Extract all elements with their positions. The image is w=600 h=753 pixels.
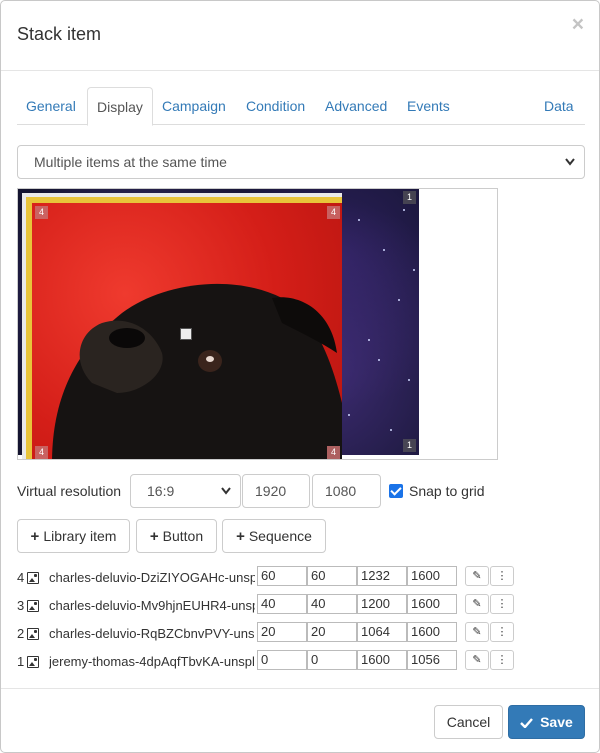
cancel-button[interactable]: Cancel (434, 705, 503, 739)
vertical-dots-icon[interactable]: ⋮ (490, 566, 514, 586)
check-icon (520, 714, 540, 730)
item-x-input[interactable]: 60 (257, 566, 307, 586)
item-filename: charles-deluvio-RqBZCbnvPVY-unsplash (49, 626, 255, 641)
vertical-dots-icon[interactable]: ⋮ (490, 622, 514, 642)
add-button-label: Button (162, 528, 204, 544)
stack-item-dialog: Stack item × General Display Campaign Co… (0, 0, 600, 753)
edit-icon[interactable]: ✎ (465, 566, 489, 586)
plus-icon: + (149, 528, 159, 545)
tab-condition[interactable]: Condition (237, 87, 314, 125)
dialog-footer: Cancel Save (1, 688, 599, 752)
item-y-input[interactable]: 60 (307, 566, 357, 586)
add-library-item-button[interactable]: + Library item (17, 519, 130, 553)
item-filename: charles-deluvio-DziZIYOGAHc-unsplash (49, 570, 255, 585)
layer-badge: 4 (35, 206, 48, 219)
item-width-input[interactable]: 1200 (357, 594, 407, 614)
tab-display[interactable]: Display (87, 87, 153, 126)
layer-badge: 4 (327, 206, 340, 219)
row-index: 1 (17, 654, 25, 669)
item-y-input[interactable]: 0 (307, 650, 357, 670)
layer-badge: 1 (403, 439, 416, 452)
virtual-resolution-label: Virtual resolution (17, 483, 122, 499)
stack-item-row: 4 charles-deluvio-DziZIYOGAHc-unsplash 6… (17, 566, 585, 590)
tab-general[interactable]: General (17, 87, 85, 125)
chevron-down-icon (220, 475, 232, 520)
add-button-button[interactable]: + Button (136, 519, 217, 553)
item-height-input[interactable]: 1600 (407, 594, 457, 614)
edit-icon[interactable]: ✎ (465, 622, 489, 642)
plus-icon: + (30, 528, 40, 545)
resolution-height-input[interactable]: 1080 (312, 474, 381, 508)
tab-bar: General Display Campaign Condition Advan… (17, 87, 585, 126)
close-icon[interactable]: × (572, 14, 584, 35)
image-icon (27, 656, 39, 668)
stack-preview-canvas[interactable]: 1 1 4 4 4 4 (17, 188, 498, 460)
dialog-title: Stack item (17, 24, 102, 44)
layer-badge: 4 (327, 446, 340, 459)
stack-item-row: 1 jeremy-thomas-4dpAqfTbvKA-unsplash 0 0… (17, 650, 585, 674)
display-mode-select[interactable]: Multiple items at the same time (17, 145, 585, 179)
display-mode-value: Multiple items at the same time (34, 154, 227, 170)
tab-advanced[interactable]: Advanced (316, 87, 396, 125)
image-icon (27, 572, 39, 584)
item-height-input[interactable]: 1600 (407, 622, 457, 642)
image-icon (27, 628, 39, 640)
edit-icon[interactable]: ✎ (465, 650, 489, 670)
item-x-input[interactable]: 0 (257, 650, 307, 670)
item-filename: charles-deluvio-Mv9hjnEUHR4-unsplash (49, 598, 255, 613)
item-height-input[interactable]: 1056 (407, 650, 457, 670)
tab-campaign[interactable]: Campaign (153, 87, 235, 125)
stack-item-row: 3 charles-deluvio-Mv9hjnEUHR4-unsplash 4… (17, 594, 585, 618)
snap-to-grid-checkbox[interactable] (389, 484, 403, 498)
layer-badge: 4 (35, 446, 48, 459)
image-placeholder-icon (180, 328, 192, 340)
aspect-ratio-select[interactable]: 16:9 (130, 474, 241, 508)
resolution-width-input[interactable]: 1920 (242, 474, 310, 508)
item-width-input[interactable]: 1064 (357, 622, 407, 642)
add-sequence-label: Sequence (248, 528, 312, 544)
image-icon (27, 600, 39, 612)
item-y-input[interactable]: 40 (307, 594, 357, 614)
item-height-input[interactable]: 1600 (407, 566, 457, 586)
stack-item-row: 2 charles-deluvio-RqBZCbnvPVY-unsplash 2… (17, 622, 585, 646)
item-width-input[interactable]: 1232 (357, 566, 407, 586)
layer-badge: 1 (403, 191, 416, 204)
vertical-dots-icon[interactable]: ⋮ (490, 594, 514, 614)
tab-events[interactable]: Events (398, 87, 459, 125)
edit-icon[interactable]: ✎ (465, 594, 489, 614)
row-index: 4 (17, 570, 25, 585)
dialog-header: Stack item × (1, 1, 599, 71)
add-sequence-button[interactable]: + Sequence (222, 519, 326, 553)
item-width-input[interactable]: 1600 (357, 650, 407, 670)
item-y-input[interactable]: 20 (307, 622, 357, 642)
item-x-input[interactable]: 40 (257, 594, 307, 614)
row-index: 3 (17, 598, 25, 613)
add-library-item-label: Library item (43, 528, 117, 544)
snap-to-grid-label: Snap to grid (409, 483, 485, 499)
tab-data[interactable]: Data (535, 87, 583, 125)
chevron-down-icon (564, 146, 576, 191)
plus-icon: + (236, 528, 245, 545)
vertical-dots-icon[interactable]: ⋮ (490, 650, 514, 670)
save-label: Save (540, 714, 573, 730)
item-x-input[interactable]: 20 (257, 622, 307, 642)
save-button[interactable]: Save (508, 705, 585, 739)
item-filename: jeremy-thomas-4dpAqfTbvKA-unsplash (49, 654, 255, 669)
aspect-ratio-value: 16:9 (147, 483, 175, 499)
row-index: 2 (17, 626, 25, 641)
